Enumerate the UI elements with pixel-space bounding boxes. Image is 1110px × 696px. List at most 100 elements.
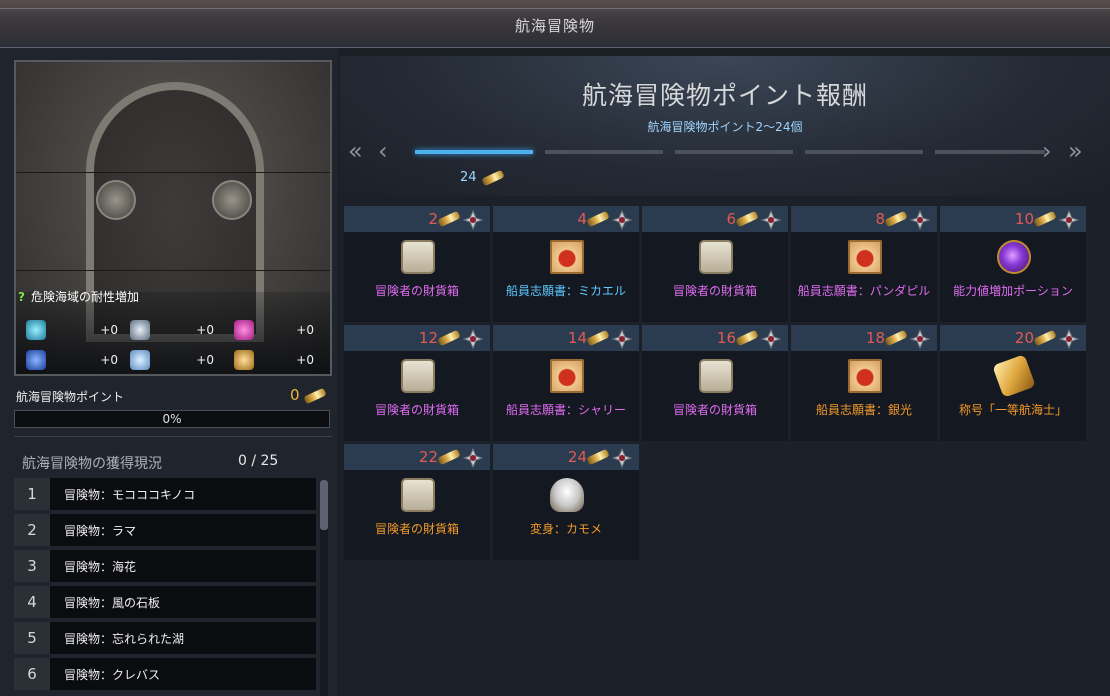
divider <box>14 436 332 437</box>
compass-badge-icon <box>1059 210 1079 230</box>
reward-page-segment[interactable] <box>415 150 533 154</box>
chest-icon[interactable] <box>401 240 435 274</box>
compass-badge-icon <box>612 329 632 349</box>
reward-name: 船員志願書：ミカエル <box>505 284 626 298</box>
reward-page-segment[interactable] <box>935 150 1045 154</box>
spyglass-icon <box>480 169 505 186</box>
reward-cell-header: 22 <box>344 444 490 470</box>
spyglass-icon <box>884 210 908 228</box>
reward-name: 称号「一等航海士」 <box>958 403 1067 417</box>
nav-next-icon[interactable]: › <box>1042 136 1052 166</box>
reward-points: 16 <box>716 329 736 347</box>
relief-rosette <box>96 180 136 220</box>
resist-stat: +0 <box>26 350 126 372</box>
pink-creature-icon[interactable] <box>234 320 254 340</box>
reward-cell[interactable]: 22 冒険者の財貨箱 <box>344 444 490 560</box>
letter-icon[interactable] <box>848 359 882 393</box>
list-item[interactable]: 4 冒険物：風の石板 <box>14 586 316 618</box>
reward-points: 12 <box>418 329 438 347</box>
reward-panel: 航海冒険物ポイント報酬 航海冒険物ポイント2～24個 « ‹ › » 24 2 冒… <box>340 56 1110 696</box>
title-scroll-icon[interactable] <box>992 354 1036 398</box>
segment-points-label: 24 <box>460 169 505 186</box>
spyglass-icon <box>437 210 461 228</box>
nav-prev-icon[interactable]: ‹ <box>378 136 388 166</box>
window-titlebar: 航海冒険物 <box>0 0 1110 48</box>
compass-badge-icon <box>1059 329 1079 349</box>
spyglass-icon <box>735 210 759 228</box>
potion-icon[interactable] <box>997 240 1031 274</box>
reward-points: 18 <box>865 329 885 347</box>
reward-cell[interactable]: 6 冒険者の財貨箱 <box>642 206 788 322</box>
spyglass-icon <box>884 329 908 347</box>
nav-last-icon[interactable]: » <box>1068 136 1083 166</box>
letter-icon[interactable] <box>550 359 584 393</box>
reward-cell-header: 4 <box>493 206 639 232</box>
reward-cell-header: 10 <box>940 206 1086 232</box>
reward-cell-header: 14 <box>493 325 639 351</box>
spyglass-icon <box>437 329 461 347</box>
tornado-icon[interactable] <box>234 350 254 370</box>
spyglass-icon <box>1033 329 1057 347</box>
resist-stat: +0 <box>234 350 334 372</box>
reward-points: 22 <box>418 448 438 466</box>
spyglass-icon <box>437 448 461 466</box>
list-item[interactable]: 2 冒険物：ラマ <box>14 514 316 546</box>
resist-stat: +0 <box>26 320 126 342</box>
reward-name: 船員志願書：パンダピル <box>797 284 931 298</box>
nav-first-icon[interactable]: « <box>348 136 363 166</box>
list-item[interactable]: 6 冒険物：クレバス <box>14 658 316 690</box>
storm-icon[interactable] <box>130 320 150 340</box>
wave-icon[interactable] <box>26 350 46 370</box>
letter-icon[interactable] <box>550 240 584 274</box>
reward-cell[interactable]: 18 船員志願書：銀光 <box>791 325 937 441</box>
reward-cell[interactable]: 16 冒険者の財貨箱 <box>642 325 788 441</box>
reward-page-segment[interactable] <box>545 150 663 154</box>
resist-section-title: ? 危険海域の耐性増加 <box>18 290 139 304</box>
list-item[interactable]: 1 冒険物：モコココキノコ <box>14 478 316 510</box>
compass-badge-icon <box>463 210 483 230</box>
water-vortex-icon[interactable] <box>26 320 46 340</box>
reward-cell[interactable]: 2 冒険者の財貨箱 <box>344 206 490 322</box>
seagull-icon[interactable] <box>550 478 584 512</box>
reward-page-segment[interactable] <box>675 150 793 154</box>
ice-icon[interactable] <box>130 350 150 370</box>
question-icon[interactable]: ? <box>18 290 25 304</box>
chest-icon[interactable] <box>401 478 435 512</box>
list-item[interactable]: 3 冒険物：海花 <box>14 550 316 582</box>
reward-cell[interactable]: 20 称号「一等航海士」 <box>940 325 1086 441</box>
letter-icon[interactable] <box>848 240 882 274</box>
reward-page-segment[interactable] <box>805 150 923 154</box>
reward-cell[interactable]: 24 変身：カモメ <box>493 444 639 560</box>
points-progress-bar: 0% <box>14 410 330 428</box>
resist-stat: +0 <box>234 320 334 342</box>
points-value: 0 <box>290 386 327 405</box>
reward-name: 冒険者の財貨箱 <box>374 284 459 298</box>
chest-icon[interactable] <box>699 240 733 274</box>
chest-icon[interactable] <box>699 359 733 393</box>
reward-name: 船員志願書：銀光 <box>815 403 912 417</box>
reward-cell[interactable]: 10 能力値増加ポーション <box>940 206 1086 322</box>
reward-cell[interactable]: 4 船員志願書：ミカエル <box>493 206 639 322</box>
reward-points: 6 <box>726 210 736 228</box>
reward-cell[interactable]: 12 冒険者の財貨箱 <box>344 325 490 441</box>
reward-points: 8 <box>875 210 885 228</box>
reward-points: 24 <box>567 448 587 466</box>
reward-title: 航海冒険物ポイント報酬 <box>581 81 868 110</box>
spyglass-icon <box>586 329 610 347</box>
progress-text: 0% <box>162 412 182 426</box>
list-scrollbar-thumb[interactable] <box>320 480 328 530</box>
spyglass-icon <box>586 210 610 228</box>
chest-icon[interactable] <box>401 359 435 393</box>
reward-name: 冒険者の財貨箱 <box>672 284 757 298</box>
compass-badge-icon <box>761 210 781 230</box>
reward-cell-header: 18 <box>791 325 937 351</box>
list-item[interactable]: 5 冒険物：忘れられた湖 <box>14 622 316 654</box>
compass-badge-icon <box>463 329 483 349</box>
relief-crack <box>16 172 330 173</box>
adventure-list: 1 冒険物：モコココキノコ 2 冒険物：ラマ 3 冒険物：海花 4 冒険物：風の… <box>14 478 316 696</box>
reward-cell-header: 20 <box>940 325 1086 351</box>
reward-points: 4 <box>577 210 587 228</box>
reward-cell[interactable]: 8 船員志願書：パンダピル <box>791 206 937 322</box>
reward-cell[interactable]: 14 船員志願書：シャリー <box>493 325 639 441</box>
reward-name: 船員志願書：シャリー <box>505 403 626 417</box>
